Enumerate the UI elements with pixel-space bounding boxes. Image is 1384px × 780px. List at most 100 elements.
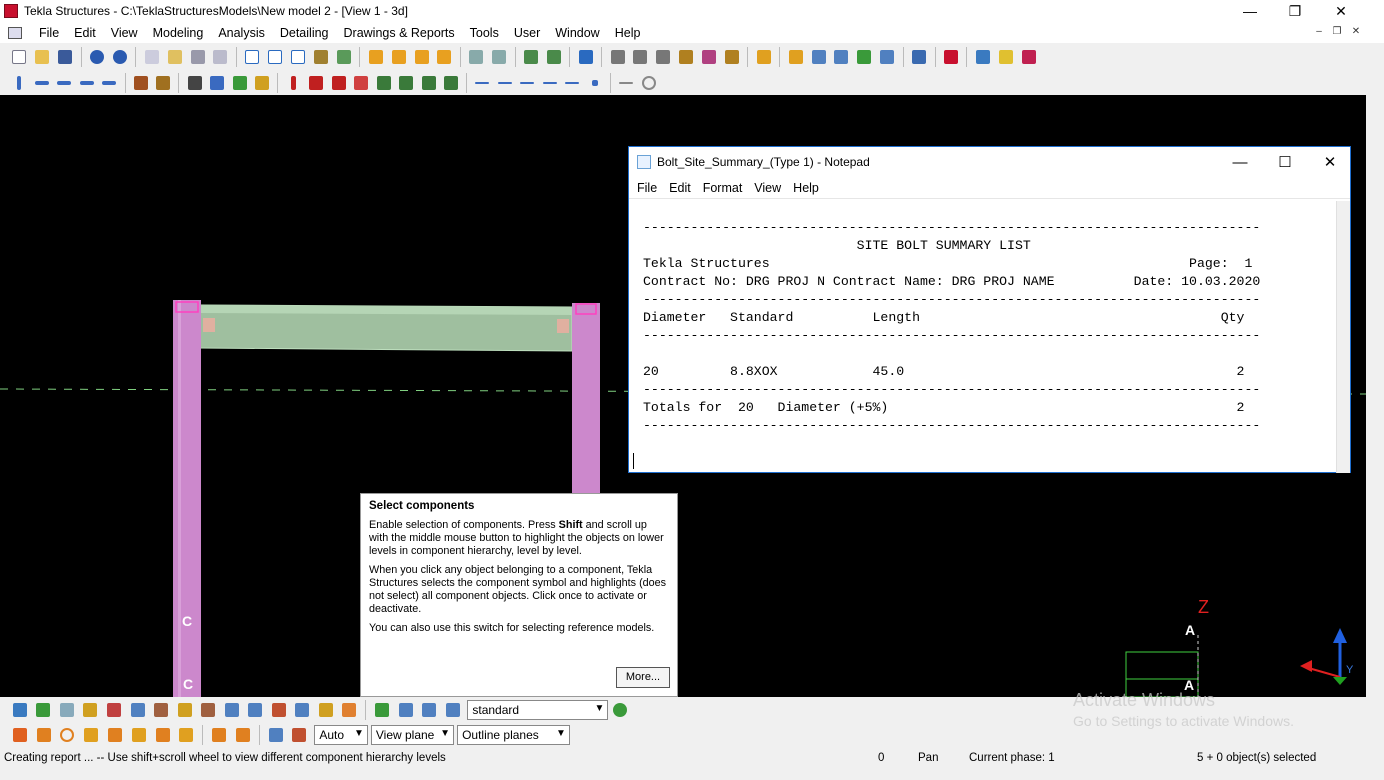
select-cuts-icon[interactable] — [104, 699, 125, 720]
measure-angle-icon[interactable] — [676, 47, 696, 68]
object-groups-icon[interactable] — [809, 47, 829, 68]
snap-center-icon[interactable] — [57, 724, 78, 745]
select-views-icon[interactable] — [127, 699, 148, 720]
export-icon[interactable] — [854, 47, 874, 68]
curved-beam-icon[interactable] — [77, 73, 97, 94]
view-properties-icon[interactable] — [288, 47, 308, 68]
cut-part-icon[interactable] — [284, 73, 304, 94]
expand-icon[interactable] — [973, 47, 993, 68]
rebar-icon[interactable] — [396, 73, 416, 94]
notepad-menu-file[interactable]: File — [631, 181, 663, 195]
outline-planes-select[interactable]: Outline planes ▼ — [457, 724, 570, 745]
menu-file[interactable]: File — [32, 26, 67, 40]
view-icon[interactable] — [242, 47, 262, 68]
snap-nearest-icon[interactable] — [209, 724, 230, 745]
properties-icon[interactable] — [211, 47, 231, 68]
work-area-icon[interactable] — [334, 47, 354, 68]
menu-detailing[interactable]: Detailing — [273, 26, 337, 40]
new-icon[interactable] — [10, 47, 30, 68]
construction-line-icon[interactable] — [617, 73, 637, 94]
more-button[interactable]: More... — [616, 667, 670, 688]
mdi-close-button[interactable]: ✕ — [1347, 26, 1365, 40]
reports-icon[interactable] — [832, 47, 852, 68]
snap-depth-select[interactable]: Auto ▼ — [314, 724, 368, 745]
drawing-list-icon[interactable] — [366, 47, 386, 68]
surface-treatment-icon[interactable] — [374, 73, 394, 94]
organizer-icon[interactable] — [786, 47, 806, 68]
select-reinforcement-icon[interactable] — [198, 699, 219, 720]
snap-any-position-icon[interactable] — [176, 724, 197, 745]
weld-icon[interactable] — [153, 73, 173, 94]
chamfer-icon[interactable] — [351, 73, 371, 94]
select-surfaces-icon[interactable] — [57, 699, 78, 720]
view-list-icon[interactable] — [265, 47, 285, 68]
menu-user[interactable]: User — [507, 26, 548, 40]
open-icon[interactable] — [32, 47, 52, 68]
column-icon[interactable] — [10, 73, 30, 94]
fitting-icon[interactable] — [306, 73, 326, 94]
snap-free-icon[interactable] — [233, 724, 254, 745]
close-button[interactable]: ✕ — [1318, 0, 1364, 22]
select-component-icon[interactable] — [372, 699, 393, 720]
report-icon[interactable] — [434, 47, 454, 68]
notepad-menu-view[interactable]: View — [748, 181, 787, 195]
work-plane-select[interactable]: View plane ▼ — [370, 724, 455, 745]
select-grids-icon[interactable] — [245, 699, 266, 720]
menu-analysis[interactable]: Analysis — [211, 26, 273, 40]
copy-icon[interactable] — [142, 47, 162, 68]
measure-vertical-icon[interactable] — [631, 47, 651, 68]
snap-midpoint-icon[interactable] — [81, 724, 102, 745]
offset-line-icon[interactable] — [495, 73, 515, 94]
select-welds-icon[interactable] — [80, 699, 101, 720]
tekla-online-icon[interactable] — [941, 47, 961, 68]
measure-free-icon[interactable] — [653, 47, 673, 68]
document-icon[interactable] — [8, 26, 22, 39]
select-bolts-icon[interactable] — [151, 699, 172, 720]
restore-button[interactable]: ❐ — [1272, 0, 1318, 22]
menu-modeling[interactable]: Modeling — [146, 26, 212, 40]
notepad-scrollbar[interactable] — [1336, 201, 1350, 473]
snap-reference-lines-icon[interactable] — [10, 724, 31, 745]
menu-tools[interactable]: Tools — [463, 26, 507, 40]
save-icon[interactable] — [55, 47, 75, 68]
twin-profile-icon[interactable] — [100, 73, 120, 94]
binoculars-icon[interactable] — [185, 73, 205, 94]
inquire-icon[interactable] — [544, 47, 564, 68]
menu-edit[interactable]: Edit — [67, 26, 104, 40]
construction-circle-icon[interactable] — [639, 73, 659, 94]
select-single-bolts-icon[interactable] — [174, 699, 195, 720]
cut-icon[interactable] — [311, 47, 331, 68]
select-assemblies-icon[interactable] — [292, 699, 313, 720]
notepad-maximize-button[interactable]: ☐ — [1263, 151, 1307, 173]
menu-drawings-reports[interactable]: Drawings & Reports — [337, 26, 463, 40]
numbering-settings-icon[interactable] — [489, 47, 509, 68]
redo-icon[interactable] — [110, 47, 130, 68]
snap-geometry-icon[interactable] — [33, 724, 54, 745]
menu-help[interactable]: Help — [608, 26, 649, 40]
select-planes-icon[interactable] — [221, 699, 242, 720]
bolt-icon[interactable] — [131, 73, 151, 94]
snap-perpendicular-icon[interactable] — [128, 724, 149, 745]
select-objects-icon[interactable] — [316, 699, 337, 720]
line-icon[interactable] — [473, 73, 493, 94]
plate-icon[interactable] — [252, 73, 272, 94]
select-parts-icon[interactable] — [33, 699, 54, 720]
notepad-menu-help[interactable]: Help — [787, 181, 825, 195]
component-catalog-icon[interactable] — [207, 73, 227, 94]
notepad-minimize-button[interactable]: — — [1218, 151, 1262, 173]
point-icon[interactable] — [585, 73, 605, 94]
measure-horizontal-icon[interactable] — [608, 47, 628, 68]
viewport-scrollbar[interactable] — [1366, 95, 1384, 697]
undo-icon[interactable] — [87, 47, 107, 68]
beam-icon[interactable] — [32, 73, 52, 94]
mdi-restore-button[interactable]: ❐ — [1328, 26, 1346, 40]
select-components-icon[interactable] — [339, 699, 360, 720]
applications-icon[interactable] — [996, 47, 1016, 68]
snap-intersection-icon[interactable] — [105, 724, 126, 745]
measure-arc-icon[interactable] — [699, 47, 719, 68]
rebar-mesh-icon[interactable] — [441, 73, 461, 94]
notepad-close-button[interactable]: ✕ — [1308, 151, 1352, 173]
catalog-icon[interactable] — [1019, 47, 1039, 68]
parallel-line-icon[interactable] — [518, 73, 538, 94]
drawing-open-icon[interactable] — [389, 47, 409, 68]
